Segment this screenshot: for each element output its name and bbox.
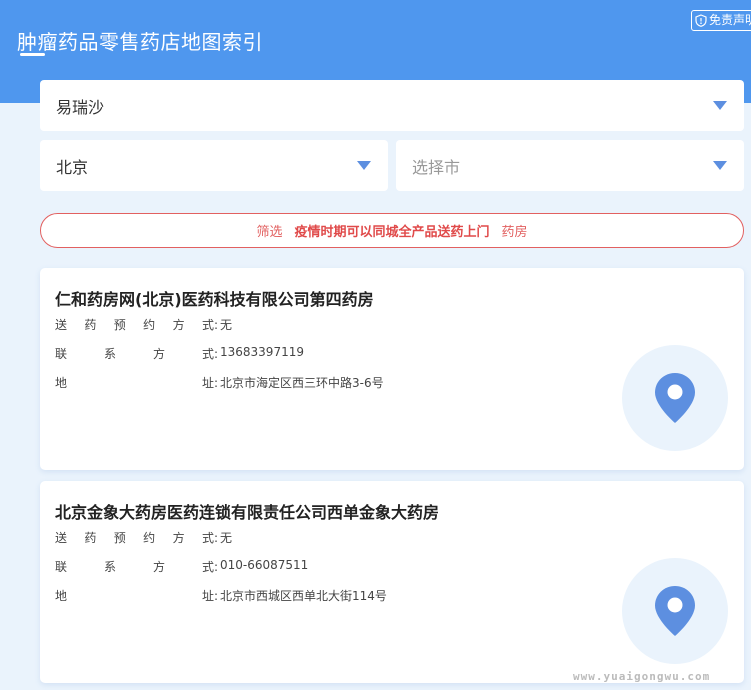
contact-row: 联系方式: 010-66087511 — [55, 558, 308, 575]
watermark: www.yuaigongwu.com — [573, 670, 711, 683]
title-underline — [20, 53, 45, 56]
address-row: 地址: 北京市海定区西三环中路3-6号 — [55, 374, 384, 391]
address-label: 地址: — [55, 589, 218, 603]
shield-icon — [695, 14, 707, 27]
filter-suffix: 药房 — [501, 225, 528, 240]
contact-label: 联系方式: — [55, 560, 218, 574]
store-card[interactable]: 北京金象大药房医药连锁有限责任公司西单金象大药房 送药预约方式: 无 联系方式:… — [40, 481, 744, 683]
contact-value[interactable]: 010-66087511 — [220, 558, 308, 575]
map-location-button[interactable] — [622, 558, 728, 664]
disclaimer-button[interactable]: 免责声明 — [691, 10, 751, 31]
address-value: 北京市海定区西三环中路3-6号 — [220, 376, 384, 390]
caret-down-icon — [713, 100, 727, 110]
location-pin-icon — [655, 586, 695, 636]
caret-down-icon — [357, 160, 371, 170]
delivery-label: 送药预约方式: — [55, 531, 218, 545]
address-row: 地址: 北京市西城区西单北大街114号 — [55, 587, 387, 604]
city-select-placeholder: 选择市 — [412, 157, 461, 177]
caret-down-icon — [713, 160, 727, 170]
contact-label: 联系方式: — [55, 347, 218, 361]
delivery-value: 无 — [220, 531, 233, 545]
address-label: 地址: — [55, 376, 218, 390]
delivery-row: 送药预约方式: 无 — [55, 316, 232, 333]
store-name: 北京金象大药房医药连锁有限责任公司西单金象大药房 — [55, 503, 440, 522]
contact-row: 联系方式: 13683397119 — [55, 345, 304, 362]
store-name: 仁和药房网(北京)医药科技有限公司第四药房 — [55, 290, 374, 309]
province-select-value: 北京 — [56, 157, 89, 177]
page-title: 肿瘤药品零售药店地图索引 — [17, 30, 263, 54]
province-select[interactable]: 北京 — [40, 140, 388, 191]
city-select[interactable]: 选择市 — [396, 140, 744, 191]
contact-value[interactable]: 13683397119 — [220, 345, 304, 362]
store-card[interactable]: 仁和药房网(北京)医药科技有限公司第四药房 送药预约方式: 无 联系方式: 13… — [40, 268, 744, 470]
location-pin-icon — [655, 373, 695, 423]
delivery-label: 送药预约方式: — [55, 318, 218, 332]
drug-select[interactable]: 易瑞沙 — [40, 80, 744, 131]
delivery-filter-banner[interactable]: 筛选 疫情时期可以同城全产品送药上门 药房 — [40, 213, 744, 248]
filter-prefix: 筛选 — [256, 225, 283, 240]
drug-select-value: 易瑞沙 — [56, 97, 105, 117]
map-location-button[interactable] — [622, 345, 728, 451]
address-value: 北京市西城区西单北大街114号 — [220, 589, 387, 603]
delivery-value: 无 — [220, 318, 233, 332]
delivery-row: 送药预约方式: 无 — [55, 529, 232, 546]
filter-highlight: 疫情时期可以同城全产品送药上门 — [294, 225, 490, 240]
disclaimer-label: 免责声明 — [709, 13, 751, 27]
